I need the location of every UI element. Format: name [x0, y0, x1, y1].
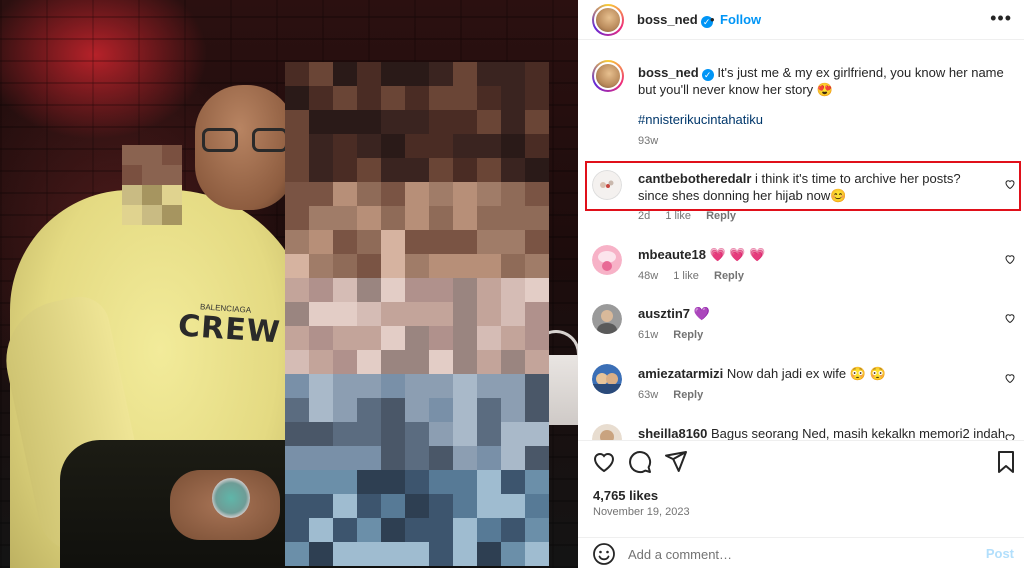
comment-username[interactable]: amiezatarmizi — [638, 366, 723, 381]
reply-button[interactable]: Reply — [673, 329, 703, 341]
commenter-avatar[interactable] — [592, 170, 622, 200]
comment-meta: 2d 1 like Reply — [638, 210, 748, 222]
glasses — [200, 128, 290, 156]
comment-likes[interactable]: 1 like — [673, 270, 699, 282]
reply-button[interactable]: Reply — [714, 270, 744, 282]
comment-body: mbeaute18 💗 💗 💗 — [638, 246, 983, 263]
follow-button[interactable]: Follow — [720, 12, 761, 27]
add-comment-input[interactable] — [628, 544, 958, 564]
caption-username[interactable]: boss_ned — [638, 65, 699, 80]
author-username[interactable]: boss_ned ✓ — [637, 12, 713, 28]
caption-avatar[interactable] — [592, 60, 624, 92]
comment-body: cantbebotheredalr i think it's time to a… — [638, 170, 983, 204]
like-comment-heart-icon[interactable] — [1004, 253, 1016, 265]
comment-time[interactable]: 48w — [638, 270, 658, 282]
comment-text: Bagus seorang Ned, masih kekalkn memori2… — [711, 426, 1006, 441]
comment-meta: 48w 1 like Reply — [638, 270, 756, 282]
like-comment-heart-icon[interactable] — [1004, 178, 1016, 190]
commenter-avatar[interactable] — [592, 245, 622, 275]
pixelated-area-small — [122, 145, 182, 225]
comment-body: amiezatarmizi Now dah jadi ex wife 😳 😳 — [638, 365, 983, 382]
caption-hashtag[interactable]: #nnisterikucintahatiku — [638, 112, 763, 127]
more-options-icon[interactable]: ••• — [990, 8, 1012, 29]
like-heart-icon[interactable] — [592, 450, 616, 474]
comment-username[interactable]: ausztin7 — [638, 306, 690, 321]
caption-timestamp[interactable]: 93w — [638, 135, 658, 147]
comment-username[interactable]: mbeaute18 — [638, 247, 706, 262]
like-comment-heart-icon[interactable] — [1004, 372, 1016, 384]
author-username-text[interactable]: boss_ned — [637, 12, 698, 27]
comment-text: 💗 💗 💗 — [709, 247, 766, 262]
comment-time[interactable]: 63w — [638, 389, 658, 401]
author-avatar[interactable] — [592, 4, 624, 36]
comment-username[interactable]: sheilla8160 — [638, 426, 707, 441]
comment-text: 💜 — [693, 306, 710, 321]
hoodie-print: CREW — [176, 308, 282, 351]
reply-button[interactable]: Reply — [673, 389, 703, 401]
emoji-smile-icon[interactable] — [592, 542, 616, 566]
save-bookmark-icon[interactable] — [994, 450, 1018, 474]
separator-dot: • — [710, 12, 715, 27]
comment-body: ausztin7 💜 — [638, 305, 983, 322]
comment-text: Now dah jadi ex wife 😳 😳 — [726, 366, 886, 381]
wristwatch — [212, 478, 250, 518]
comment-time[interactable]: 61w — [638, 329, 658, 341]
comment-time[interactable]: 2d — [638, 210, 650, 222]
post-photo[interactable]: BALENCIAGA CREW — [0, 0, 578, 568]
share-paper-plane-icon[interactable] — [664, 449, 688, 473]
verified-badge-icon: ✓ — [701, 69, 714, 81]
comment-bubble-icon[interactable] — [628, 450, 652, 474]
likes-count[interactable]: 4,765 likes — [593, 488, 658, 503]
caption: boss_ned ✓ It's just me & my ex girlfrien… — [638, 64, 1008, 98]
commenter-avatar[interactable] — [592, 304, 622, 334]
comment-likes[interactable]: 1 like — [665, 210, 691, 222]
post-date[interactable]: November 19, 2023 — [593, 506, 690, 518]
post-header: boss_ned ✓ • Follow ••• — [578, 0, 1024, 40]
commenter-avatar[interactable] — [592, 364, 622, 394]
comment-username[interactable]: cantbebotheredalr — [638, 171, 751, 186]
comment-meta: 61w Reply — [638, 329, 715, 341]
post-actions: 4,765 likes November 19, 2023 Post — [578, 440, 1024, 568]
comment-meta: 63w Reply — [638, 389, 715, 401]
reply-button[interactable]: Reply — [706, 210, 736, 222]
add-comment-row: Post — [578, 537, 1024, 568]
post-side-panel: boss_ned ✓ • Follow ••• boss_ned ✓ It's ju… — [578, 0, 1024, 568]
pixelated-person — [285, 62, 549, 566]
like-comment-heart-icon[interactable] — [1004, 312, 1016, 324]
post-comment-button[interactable]: Post — [986, 546, 1014, 561]
